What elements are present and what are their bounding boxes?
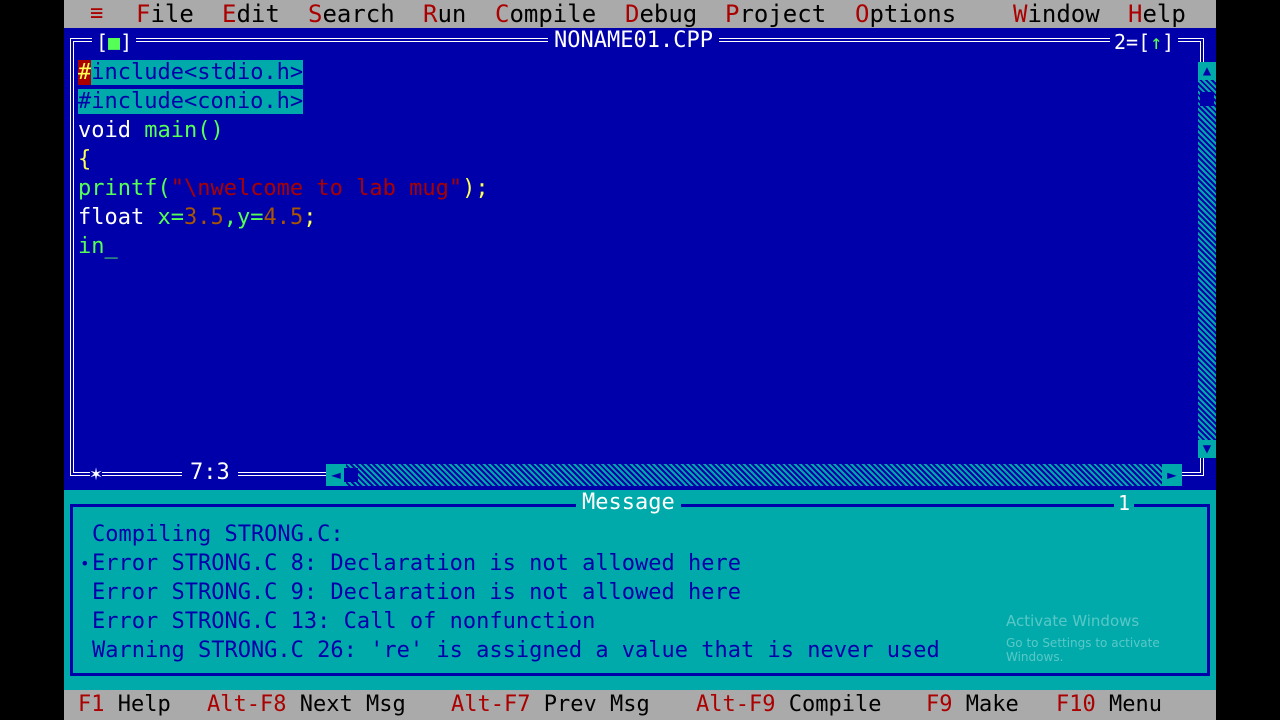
status-help[interactable]: F1 Help	[78, 690, 171, 720]
message-line-selected[interactable]: Error STRONG.C 8: Declaration is not all…	[80, 549, 940, 578]
message-window: Message 1 Compiling STRONG.C: Error STRO…	[64, 490, 1216, 690]
scroll-thumb[interactable]	[1200, 92, 1214, 106]
status-next-msg[interactable]: Alt-F8 Next Msg	[207, 690, 406, 720]
code-line: float x=3.5,y=4.5;	[78, 205, 317, 230]
menu-project[interactable]: Project	[725, 0, 826, 28]
code-line: in_	[78, 234, 118, 259]
scroll-right-icon[interactable]: ►	[1162, 464, 1182, 486]
code-line: printf("\nwelcome to lab mug");	[78, 176, 489, 201]
code-line: #include<stdio.h>	[78, 60, 304, 85]
menu-options[interactable]: Options	[855, 0, 956, 28]
status-make[interactable]: F9 Make	[926, 690, 1019, 720]
menu-help[interactable]: Help	[1128, 0, 1186, 28]
hscroll-thumb[interactable]	[344, 468, 358, 482]
turbo-c-ide: ≡ File Edit Search Run Compile Debug Pro…	[64, 0, 1216, 720]
cursor-position: 7:3	[182, 460, 238, 486]
code-area[interactable]: #include<stdio.h> #include<conio.h> void…	[78, 58, 489, 261]
editor-window: [■] NONAME01.CPP 2=[↑] #include<stdio.h>…	[64, 28, 1216, 490]
window-number: 2=[↑]	[1110, 30, 1179, 54]
activate-windows-title: Activate Windows	[1006, 612, 1140, 630]
zoom-icon[interactable]: ↑	[1150, 30, 1162, 54]
message-line[interactable]: Compiling STRONG.C:	[92, 520, 940, 549]
message-line[interactable]: Warning STRONG.C 26: 're' is assigned a …	[92, 636, 940, 665]
status-menu[interactable]: F10 Menu	[1056, 690, 1162, 720]
menu-file[interactable]: File	[136, 0, 194, 28]
vertical-scrollbar[interactable]: ▲ ▼	[1198, 62, 1216, 458]
system-menu-icon[interactable]: ≡	[90, 0, 103, 28]
menu-edit[interactable]: Edit	[222, 0, 280, 28]
menu-window[interactable]: Window	[1013, 0, 1100, 28]
menu-search[interactable]: Search	[308, 0, 395, 28]
message-title: Message	[576, 490, 681, 516]
code-line: {	[78, 147, 92, 172]
scroll-down-icon[interactable]: ▼	[1198, 440, 1216, 458]
horizontal-scrollbar[interactable]: ◄ ►	[326, 464, 1182, 486]
message-line[interactable]: Error STRONG.C 13: Call of nonfunction	[92, 607, 940, 636]
menu-run[interactable]: Run	[423, 0, 466, 28]
close-icon[interactable]: ■	[108, 30, 120, 54]
resize-icon[interactable]: ✶	[90, 462, 103, 484]
scroll-up-icon[interactable]: ▲	[1198, 62, 1216, 80]
menu-debug[interactable]: Debug	[625, 0, 697, 28]
activate-windows-subtitle: Go to Settings to activate Windows.	[1006, 636, 1160, 664]
status-bar: F1 Help Alt-F8 Next Msg Alt-F7 Prev Msg …	[64, 690, 1216, 720]
message-list: Compiling STRONG.C: Error STRONG.C 8: De…	[80, 520, 940, 665]
close-box[interactable]: [■]	[92, 30, 137, 54]
message-line[interactable]: Error STRONG.C 9: Declaration is not all…	[92, 578, 940, 607]
menu-compile[interactable]: Compile	[495, 0, 596, 28]
code-line: void main()	[78, 118, 224, 143]
editor-title: NONAME01.CPP	[548, 28, 719, 54]
message-window-number: 1	[1114, 490, 1135, 516]
scroll-left-icon[interactable]: ◄	[326, 464, 346, 486]
code-line: #include<conio.h>	[78, 89, 304, 114]
status-compile[interactable]: Alt-F9 Compile	[696, 690, 881, 720]
status-prev-msg[interactable]: Alt-F7 Prev Msg	[451, 690, 650, 720]
menu-bar: ≡ File Edit Search Run Compile Debug Pro…	[64, 0, 1216, 28]
